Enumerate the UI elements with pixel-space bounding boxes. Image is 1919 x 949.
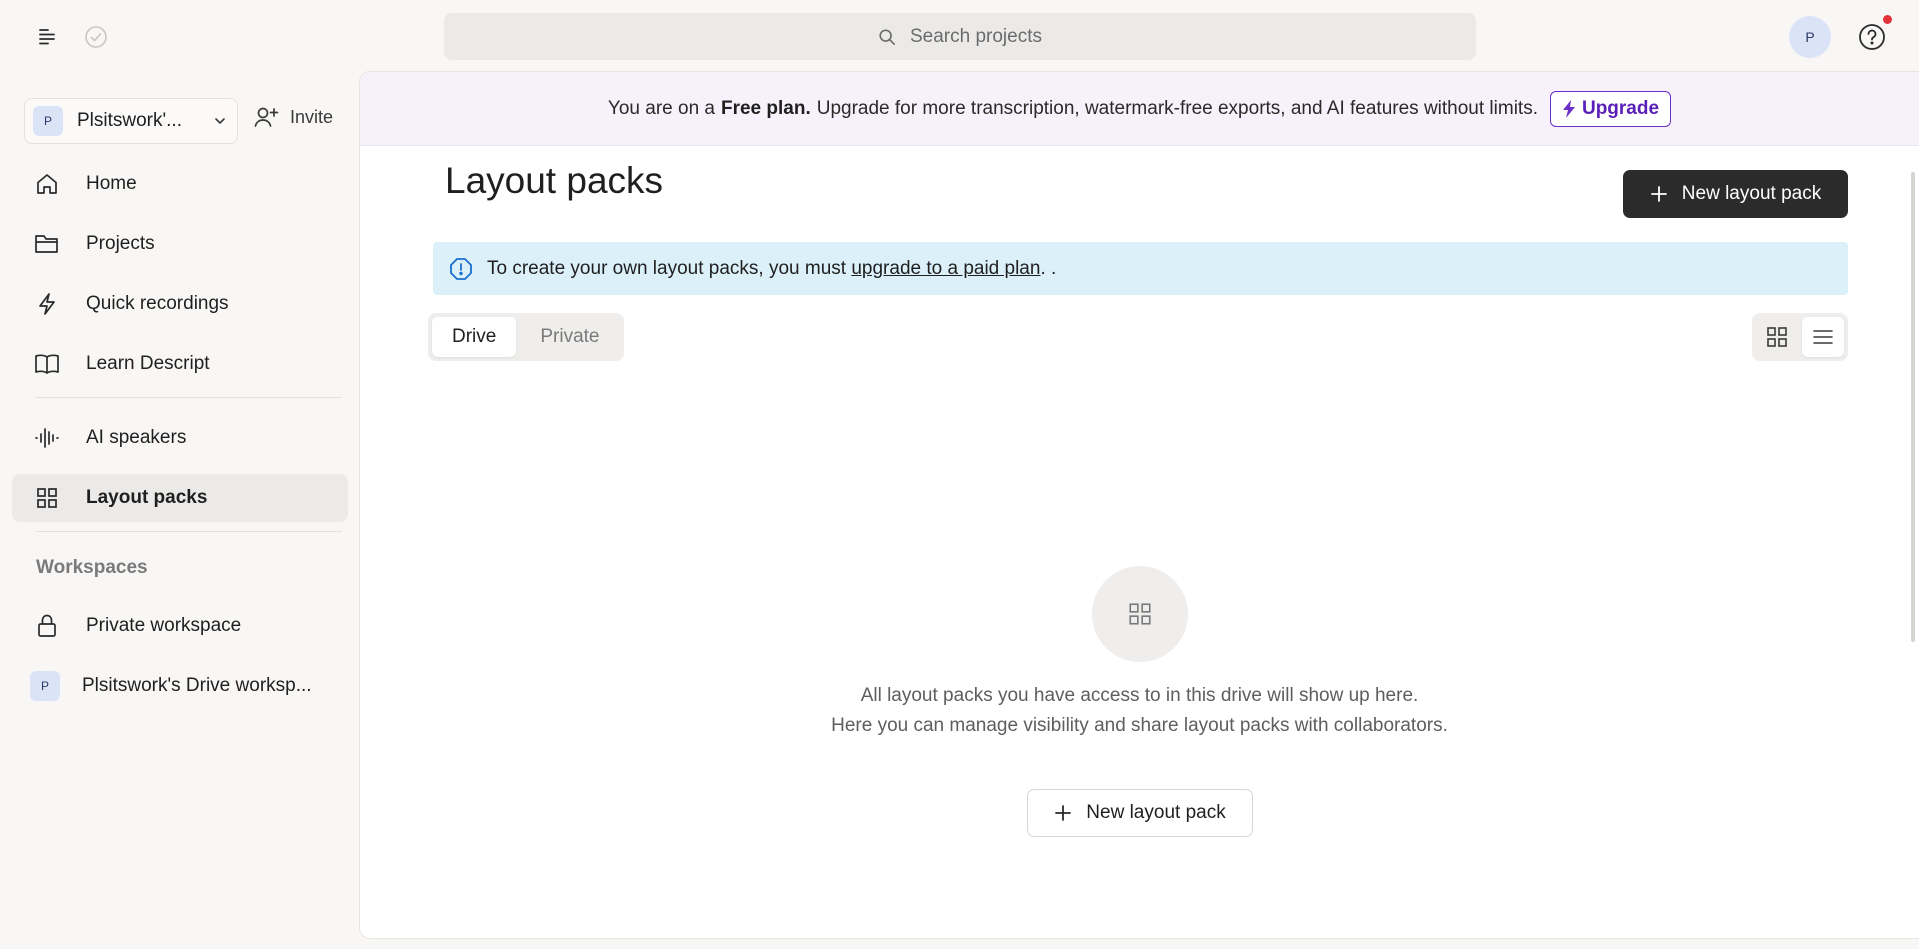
sidebar-item-home[interactable]: Home — [12, 160, 348, 208]
workspace-badge: P — [33, 106, 63, 136]
sidebar-item-label: Layout packs — [86, 487, 208, 508]
empty-state-illustration — [1092, 566, 1188, 662]
tab-private[interactable]: Private — [520, 317, 619, 357]
info-icon — [449, 257, 473, 281]
home-icon — [34, 171, 60, 197]
sidebar-item-label: Learn Descript — [86, 353, 210, 374]
banner-plan: Free plan. — [720, 97, 811, 119]
sidebar-toggle-icon[interactable] — [34, 24, 60, 50]
sidebar-divider — [36, 531, 342, 532]
upgrade-label: Upgrade — [1581, 97, 1660, 119]
add-user-icon — [254, 106, 280, 128]
empty-state-new-layout-pack-button[interactable]: New layout pack — [1027, 789, 1253, 837]
scrollbar[interactable] — [1911, 172, 1915, 642]
workspace-switcher[interactable]: P Plsitswork'... — [24, 98, 238, 144]
empty-state-line-1: All layout packs you have access to in t… — [860, 685, 1419, 706]
search-input[interactable]: Search projects — [444, 13, 1476, 60]
banner-message: Upgrade for more transcription, watermar… — [816, 97, 1538, 119]
list-icon — [1812, 326, 1834, 348]
grid-icon — [34, 485, 60, 511]
sidebar-item-ai-speakers[interactable]: AI speakers — [12, 414, 348, 462]
drive-private-tabs: Drive Private — [428, 313, 624, 361]
folder-icon — [34, 231, 60, 257]
sidebar-item-label: Projects — [86, 233, 155, 254]
upgrade-button[interactable]: Upgrade — [1549, 90, 1672, 127]
sidebar: P Plsitswork'... Invite Home Projects Qu… — [0, 72, 360, 949]
top-bar: Search projects P — [0, 0, 1919, 72]
sidebar-item-label: Plsitswork's Drive worksp... — [82, 675, 312, 696]
new-layout-pack-label: New layout pack — [1086, 802, 1226, 823]
grid-icon — [1127, 601, 1153, 627]
lock-icon — [34, 613, 60, 639]
avatar[interactable]: P — [1789, 16, 1831, 58]
grid-view-button[interactable] — [1756, 317, 1798, 357]
sidebar-item-projects[interactable]: Projects — [12, 220, 348, 268]
sidebar-item-label: Home — [86, 173, 137, 194]
upgrade-info-notice: To create your own layout packs, you mus… — [433, 242, 1848, 295]
workspace-badge: P — [30, 671, 60, 701]
info-text: To create your own layout packs, you mus… — [487, 258, 1056, 280]
lightning-icon — [1562, 99, 1576, 118]
help-icon[interactable] — [1857, 22, 1887, 52]
empty-state-line-2: Here you can manage visibility and share… — [831, 715, 1448, 736]
sidebar-item-label: Quick recordings — [86, 293, 229, 314]
notification-dot — [1883, 15, 1892, 24]
sidebar-item-label: AI speakers — [86, 427, 187, 448]
sidebar-item-learn-descript[interactable]: Learn Descript — [12, 340, 348, 388]
sidebar-item-drive-workspace[interactable]: P Plsitswork's Drive worksp... — [12, 662, 348, 710]
workspace-name: Plsitswork'... — [77, 110, 182, 131]
waveform-icon — [34, 425, 60, 451]
chevron-down-icon — [213, 114, 227, 128]
sidebar-item-layout-packs[interactable]: Layout packs — [12, 474, 348, 522]
grid-icon — [1766, 326, 1788, 348]
new-layout-pack-button[interactable]: New layout pack — [1623, 170, 1848, 218]
search-placeholder: Search projects — [909, 25, 1042, 47]
book-icon — [34, 351, 60, 377]
plus-icon — [1650, 185, 1668, 203]
sidebar-item-label: Private workspace — [86, 615, 242, 636]
lightning-icon — [34, 291, 60, 317]
sidebar-item-quick-recordings[interactable]: Quick recordings — [12, 280, 348, 328]
info-suffix: . . — [1040, 257, 1057, 279]
upgrade-banner: You are on a Free plan. Upgrade for more… — [360, 72, 1919, 146]
plus-icon — [1054, 804, 1072, 822]
page-title: Layout packs — [445, 160, 664, 201]
sidebar-item-private-workspace[interactable]: Private workspace — [12, 602, 348, 650]
invite-label: Invite — [290, 106, 334, 127]
new-layout-pack-label: New layout pack — [1681, 183, 1822, 204]
search-icon — [878, 28, 896, 46]
main-panel: You are on a Free plan. Upgrade for more… — [360, 72, 1919, 938]
info-prefix: To create your own layout packs, you mus… — [487, 257, 847, 279]
invite-button[interactable]: Invite — [254, 106, 333, 128]
tab-drive[interactable]: Drive — [432, 317, 517, 357]
view-toggle — [1752, 313, 1848, 361]
sidebar-divider — [36, 397, 342, 398]
sync-status-icon[interactable] — [83, 24, 109, 50]
banner-prefix: You are on a — [607, 97, 715, 119]
upgrade-link[interactable]: upgrade to a paid plan — [851, 258, 1040, 279]
workspaces-heading: Workspaces — [36, 557, 148, 578]
list-view-button[interactable] — [1802, 317, 1844, 357]
